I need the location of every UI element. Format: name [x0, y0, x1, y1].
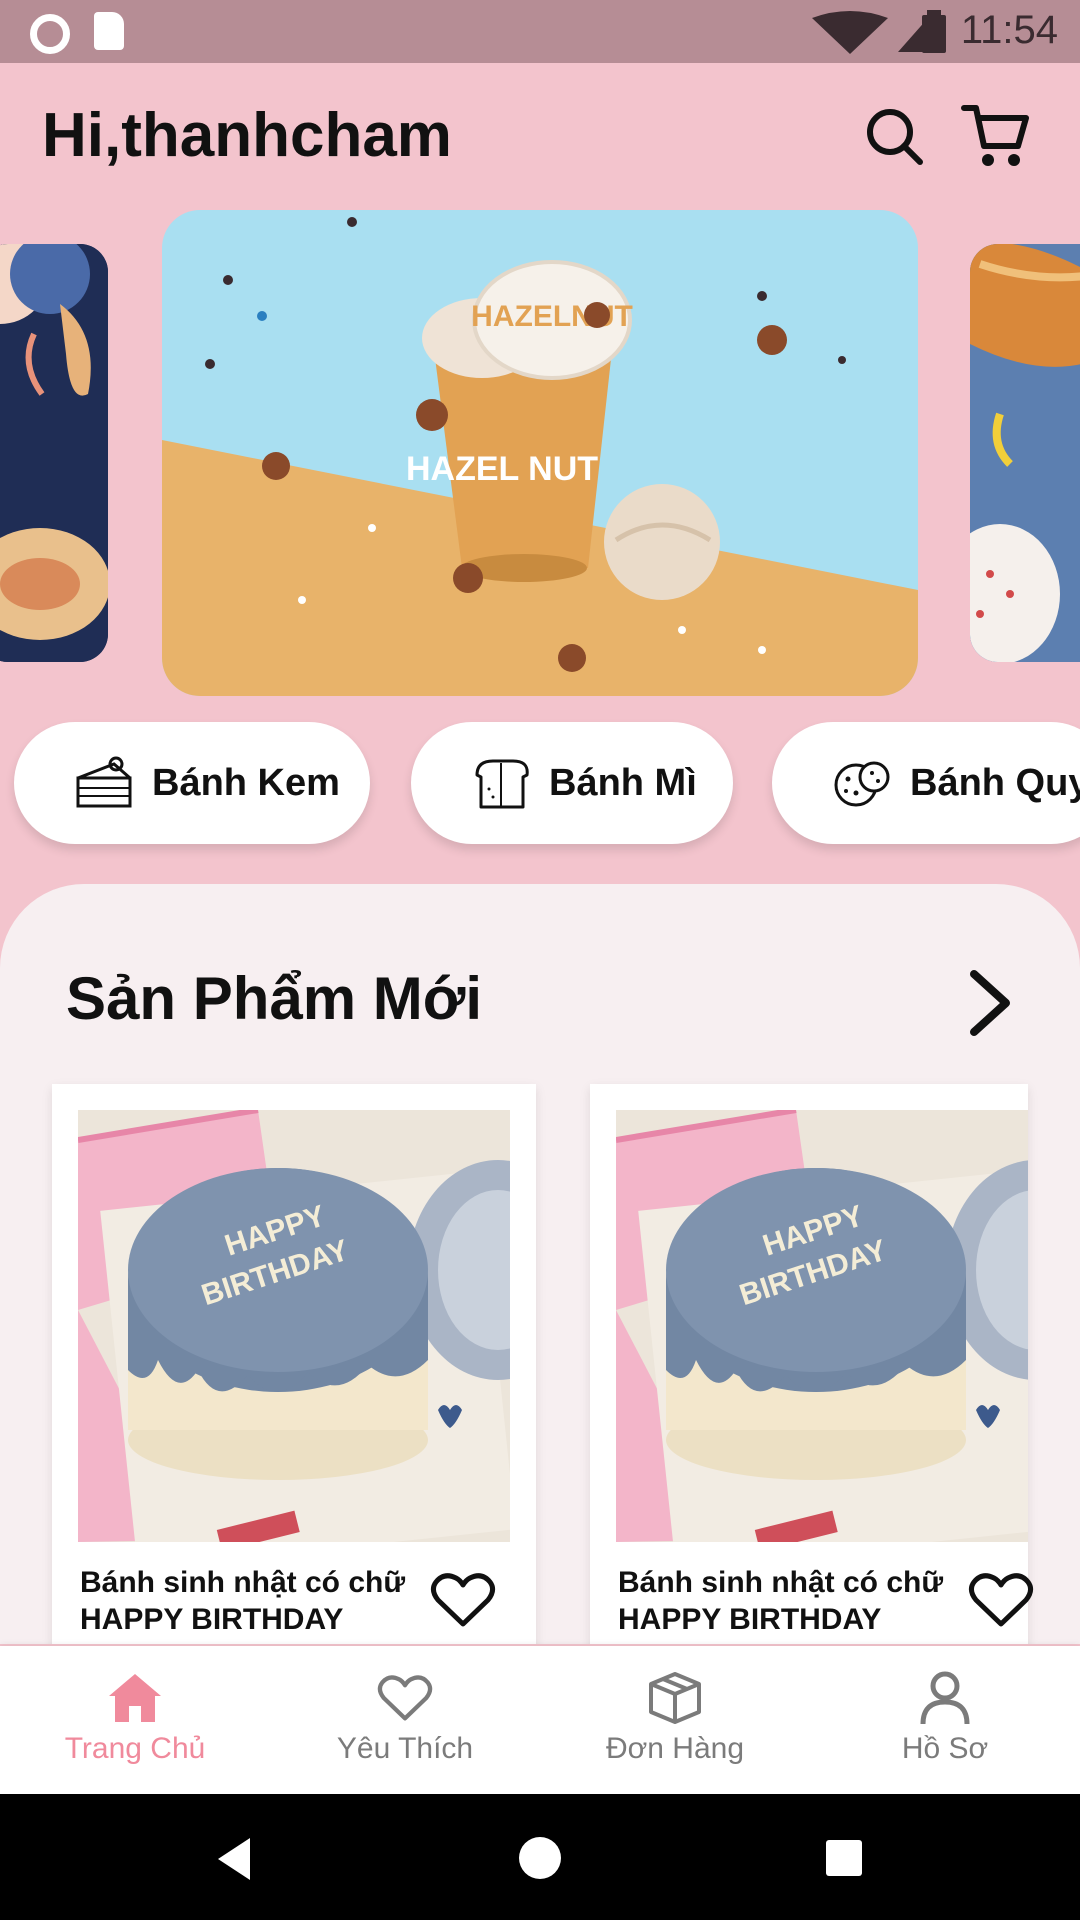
status-bar: 11:54 [0, 0, 1080, 63]
svg-text:HAZEL NUT: HAZEL NUT [406, 450, 598, 488]
product-name: Bánh sinh nhật có chữ HAPPY BIRTHDAY [618, 1566, 944, 1636]
category-chip-bread[interactable]: Bánh Mì [411, 722, 733, 844]
banner-slide-main[interactable]: HAZELNUT HAZEL NUT [162, 210, 918, 696]
product-card[interactable]: HAPPY BIRTHDAY Bánh sinh nhật có chữ HAP… [52, 1084, 536, 1644]
nav-label: Yêu Thích [336, 1732, 474, 1765]
notification-ring-icon [30, 14, 70, 54]
category-label: Bánh Quy [910, 761, 1080, 804]
nav-item-favorites[interactable]: Yêu Thích [270, 1646, 540, 1794]
battery-icon [922, 10, 946, 53]
chevron-right-icon[interactable] [960, 968, 1020, 1038]
heart-icon[interactable] [430, 1570, 496, 1630]
home-icon [109, 1674, 161, 1722]
cake-icon [76, 756, 132, 808]
banner-slide-next[interactable] [970, 244, 1080, 662]
system-navigation-bar [0, 1794, 1080, 1920]
cart-icon[interactable] [960, 100, 1032, 172]
category-label: Bánh Mì [549, 761, 697, 804]
nav-label: Đơn Hàng [605, 1732, 745, 1765]
heart-icon [377, 1675, 433, 1721]
nav-item-profile[interactable]: Hồ Sơ [810, 1646, 1080, 1794]
product-image: HAPPY BIRTHDAY [78, 1110, 510, 1542]
back-icon[interactable] [214, 1836, 254, 1882]
status-time: 11:54 [960, 8, 1058, 52]
category-chip-cake[interactable]: Bánh Kem [14, 722, 370, 844]
bottom-navigation: Trang Chủ Yêu Thích Đơn Hàng Hồ Sơ [0, 1646, 1080, 1794]
nav-label: Trang Chủ [64, 1732, 206, 1765]
nav-label: Hồ Sơ [901, 1732, 989, 1765]
home-button-icon[interactable] [518, 1836, 562, 1880]
search-icon[interactable] [862, 104, 926, 168]
category-label: Bánh Kem [152, 761, 340, 804]
user-icon [920, 1671, 970, 1725]
recents-icon[interactable] [824, 1838, 864, 1878]
signal-wifi-icons [812, 11, 928, 54]
new-products-section: Sản Phẩm Mới HAPPY BIRTHDAY Bánh sinh nh… [0, 884, 1080, 1644]
bread-icon [475, 759, 529, 809]
section-title: Sản Phẩm Mới [66, 965, 483, 1032]
product-card[interactable]: HAPPY BIRTHDAY Bánh sinh nhật có chữ HAP… [590, 1084, 1034, 1644]
category-chip-cookie[interactable]: Bánh Quy [772, 722, 1080, 844]
sd-card-icon [94, 12, 124, 50]
product-name: Bánh sinh nhật có chữ HAPPY BIRTHDAY [80, 1566, 406, 1636]
nav-item-home[interactable]: Trang Chủ [0, 1646, 270, 1794]
cookie-icon [834, 761, 890, 807]
product-image: HAPPY BIRTHDAY [616, 1110, 1028, 1542]
banner-slide-previous[interactable] [0, 244, 108, 662]
nav-item-orders[interactable]: Đơn Hàng [540, 1646, 810, 1794]
greeting-title: Hi,thanhcham [42, 101, 452, 170]
box-icon [649, 1672, 701, 1724]
heart-icon[interactable] [968, 1570, 1034, 1630]
